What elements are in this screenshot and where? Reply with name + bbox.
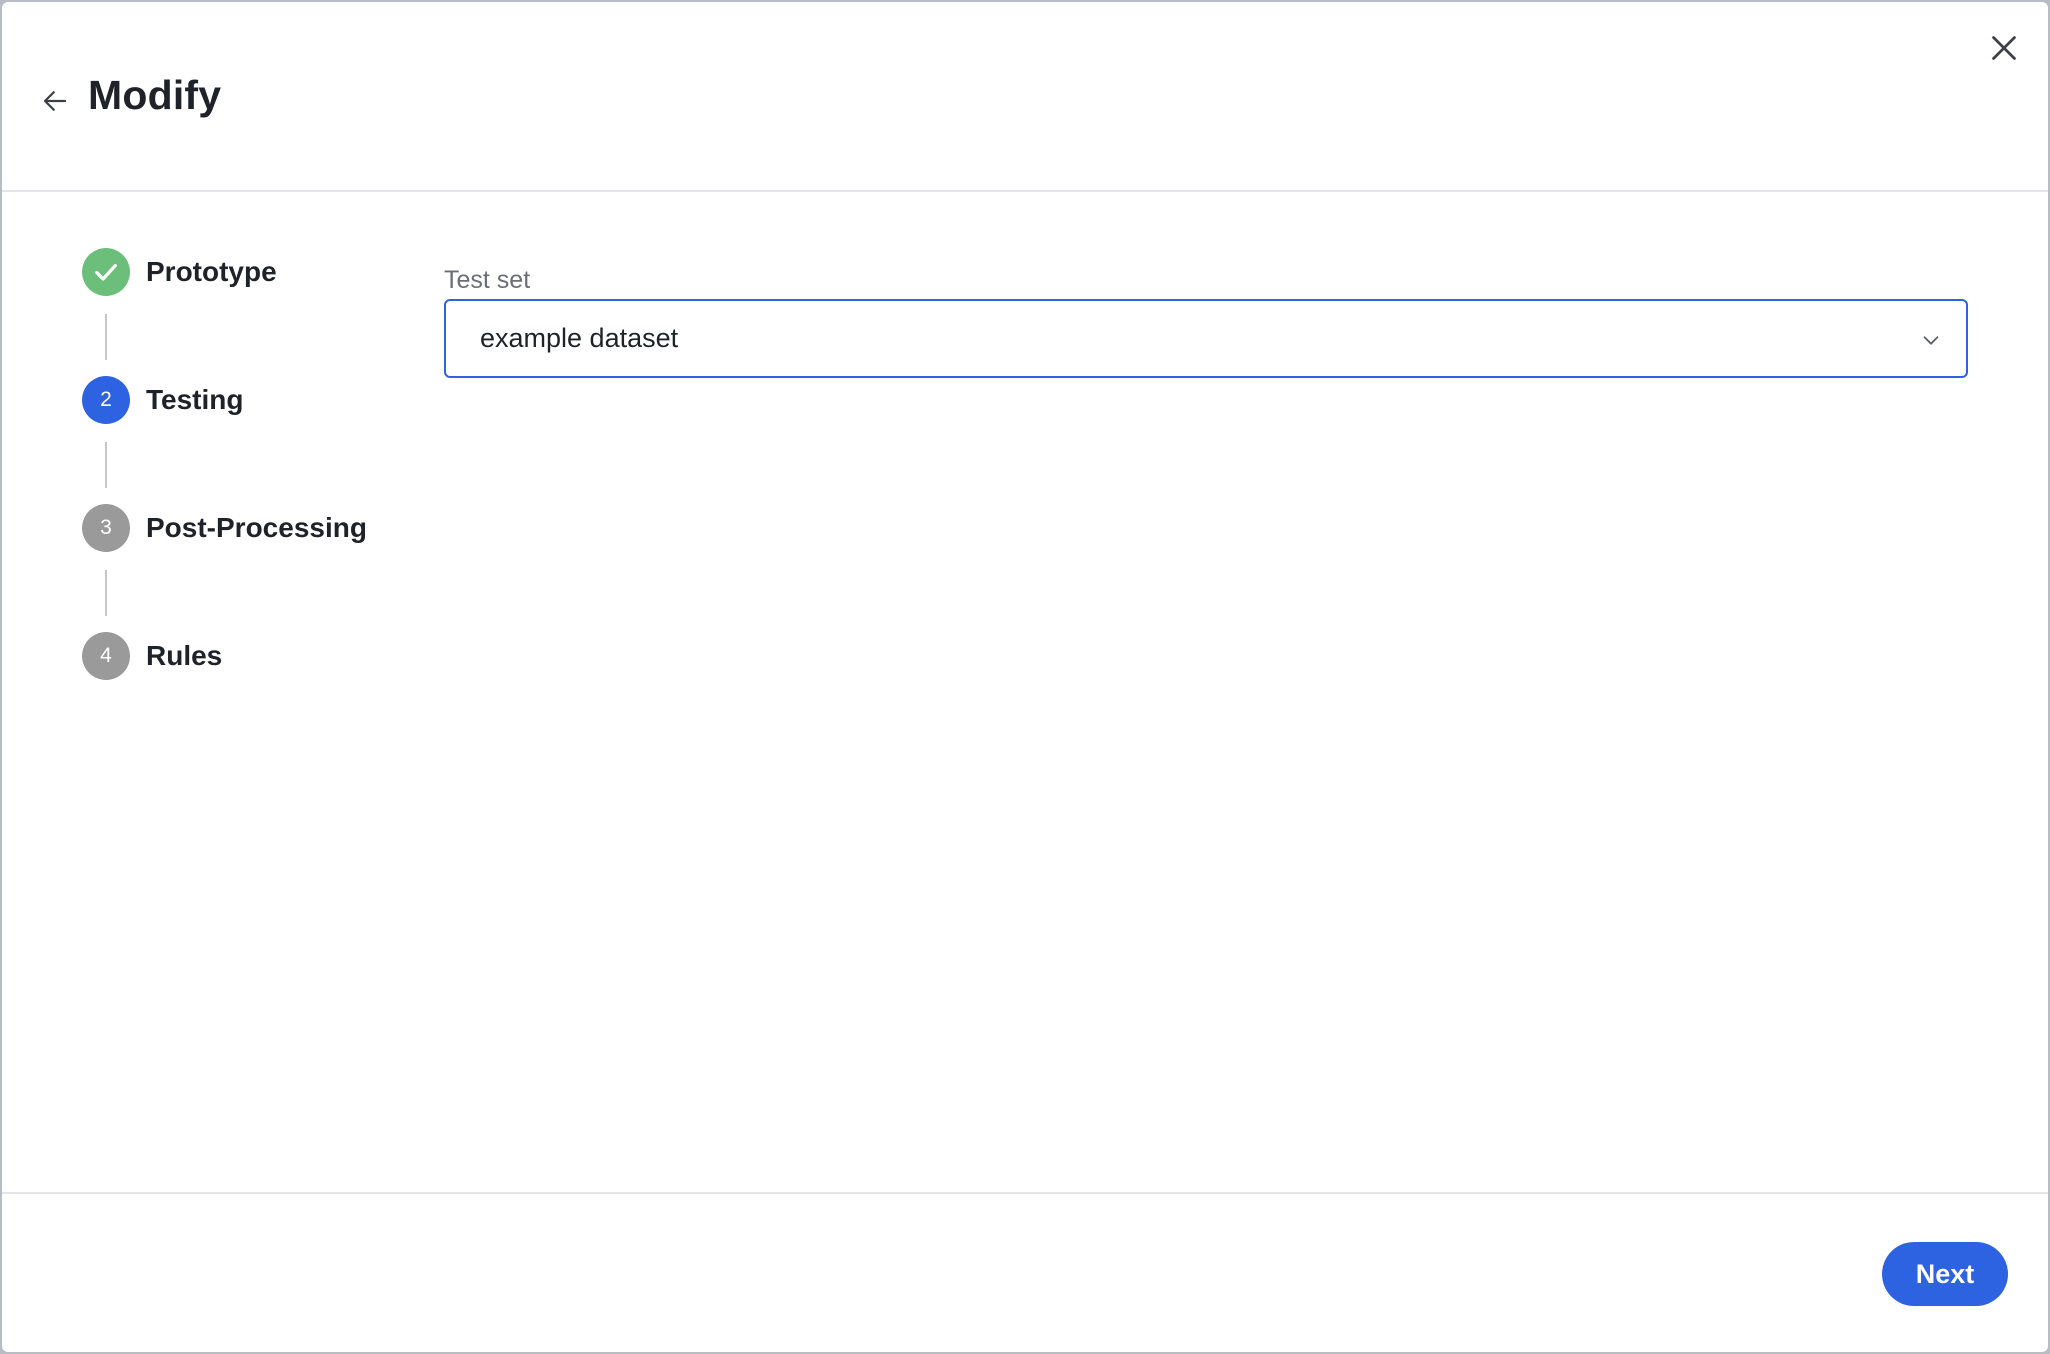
back-button[interactable] — [40, 86, 70, 116]
step-post-processing[interactable]: 3 Post-Processing — [82, 504, 367, 552]
step-number-circle: 3 — [82, 504, 130, 552]
page-title: Modify — [88, 72, 222, 118]
step-number-circle: 4 — [82, 632, 130, 680]
step-connector — [105, 314, 107, 360]
step-label: Post-Processing — [146, 512, 367, 543]
step-label: Rules — [146, 640, 223, 671]
step-rules[interactable]: 4 Rules — [82, 632, 222, 680]
step-completed-circle — [82, 248, 130, 296]
step-label: Prototype — [146, 256, 277, 287]
dialog-header: Modify — [2, 2, 2048, 192]
close-icon — [1992, 36, 2016, 60]
step-connector — [105, 442, 107, 488]
chevron-down-icon — [1923, 336, 1939, 345]
test-set-label: Test set — [444, 266, 531, 294]
modify-dialog: Modify Prototype 2 Testing 3 Post-Proces… — [2, 2, 2048, 1352]
step-label: Testing — [146, 384, 244, 415]
step-number-circle: 2 — [82, 376, 130, 424]
arrow-left-icon — [43, 91, 67, 111]
test-set-select[interactable]: example dataset — [444, 299, 1968, 378]
close-button[interactable] — [1986, 30, 2022, 66]
check-icon — [95, 263, 117, 281]
step-testing[interactable]: 2 Testing — [82, 376, 243, 424]
dialog-footer: Next — [2, 1192, 2048, 1352]
step-connector — [105, 570, 107, 616]
next-button[interactable]: Next — [1882, 1242, 2008, 1306]
test-set-value: example dataset — [480, 323, 679, 353]
step-prototype[interactable]: Prototype — [82, 248, 277, 296]
